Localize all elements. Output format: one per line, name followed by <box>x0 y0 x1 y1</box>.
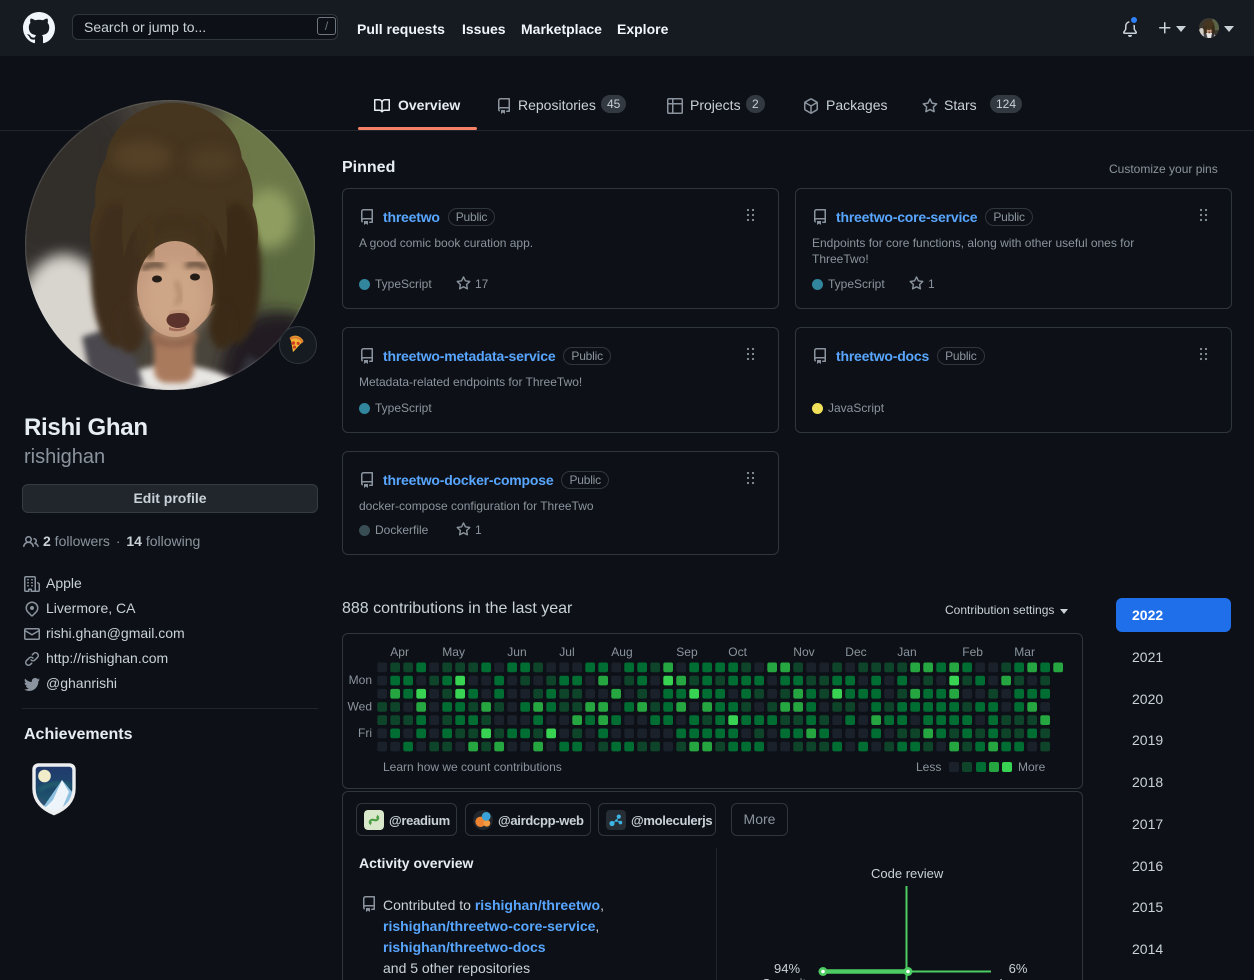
svg-text:Fri: Fri <box>358 726 372 740</box>
svg-text:Dec: Dec <box>845 645 866 659</box>
svg-text:Jul: Jul <box>559 645 574 659</box>
svg-text:Mar: Mar <box>1014 645 1035 659</box>
svg-text:May: May <box>442 645 465 659</box>
svg-text:Sep: Sep <box>676 645 698 659</box>
svg-text:Mon: Mon <box>349 673 372 687</box>
svg-text:Aug: Aug <box>611 645 632 659</box>
svg-text:Wed: Wed <box>348 700 372 714</box>
svg-text:Nov: Nov <box>793 645 814 659</box>
svg-text:Jan: Jan <box>897 645 916 659</box>
svg-text:Apr: Apr <box>390 645 409 659</box>
svg-text:Jun: Jun <box>507 645 526 659</box>
svg-text:Feb: Feb <box>962 645 983 659</box>
svg-text:Oct: Oct <box>728 645 747 659</box>
